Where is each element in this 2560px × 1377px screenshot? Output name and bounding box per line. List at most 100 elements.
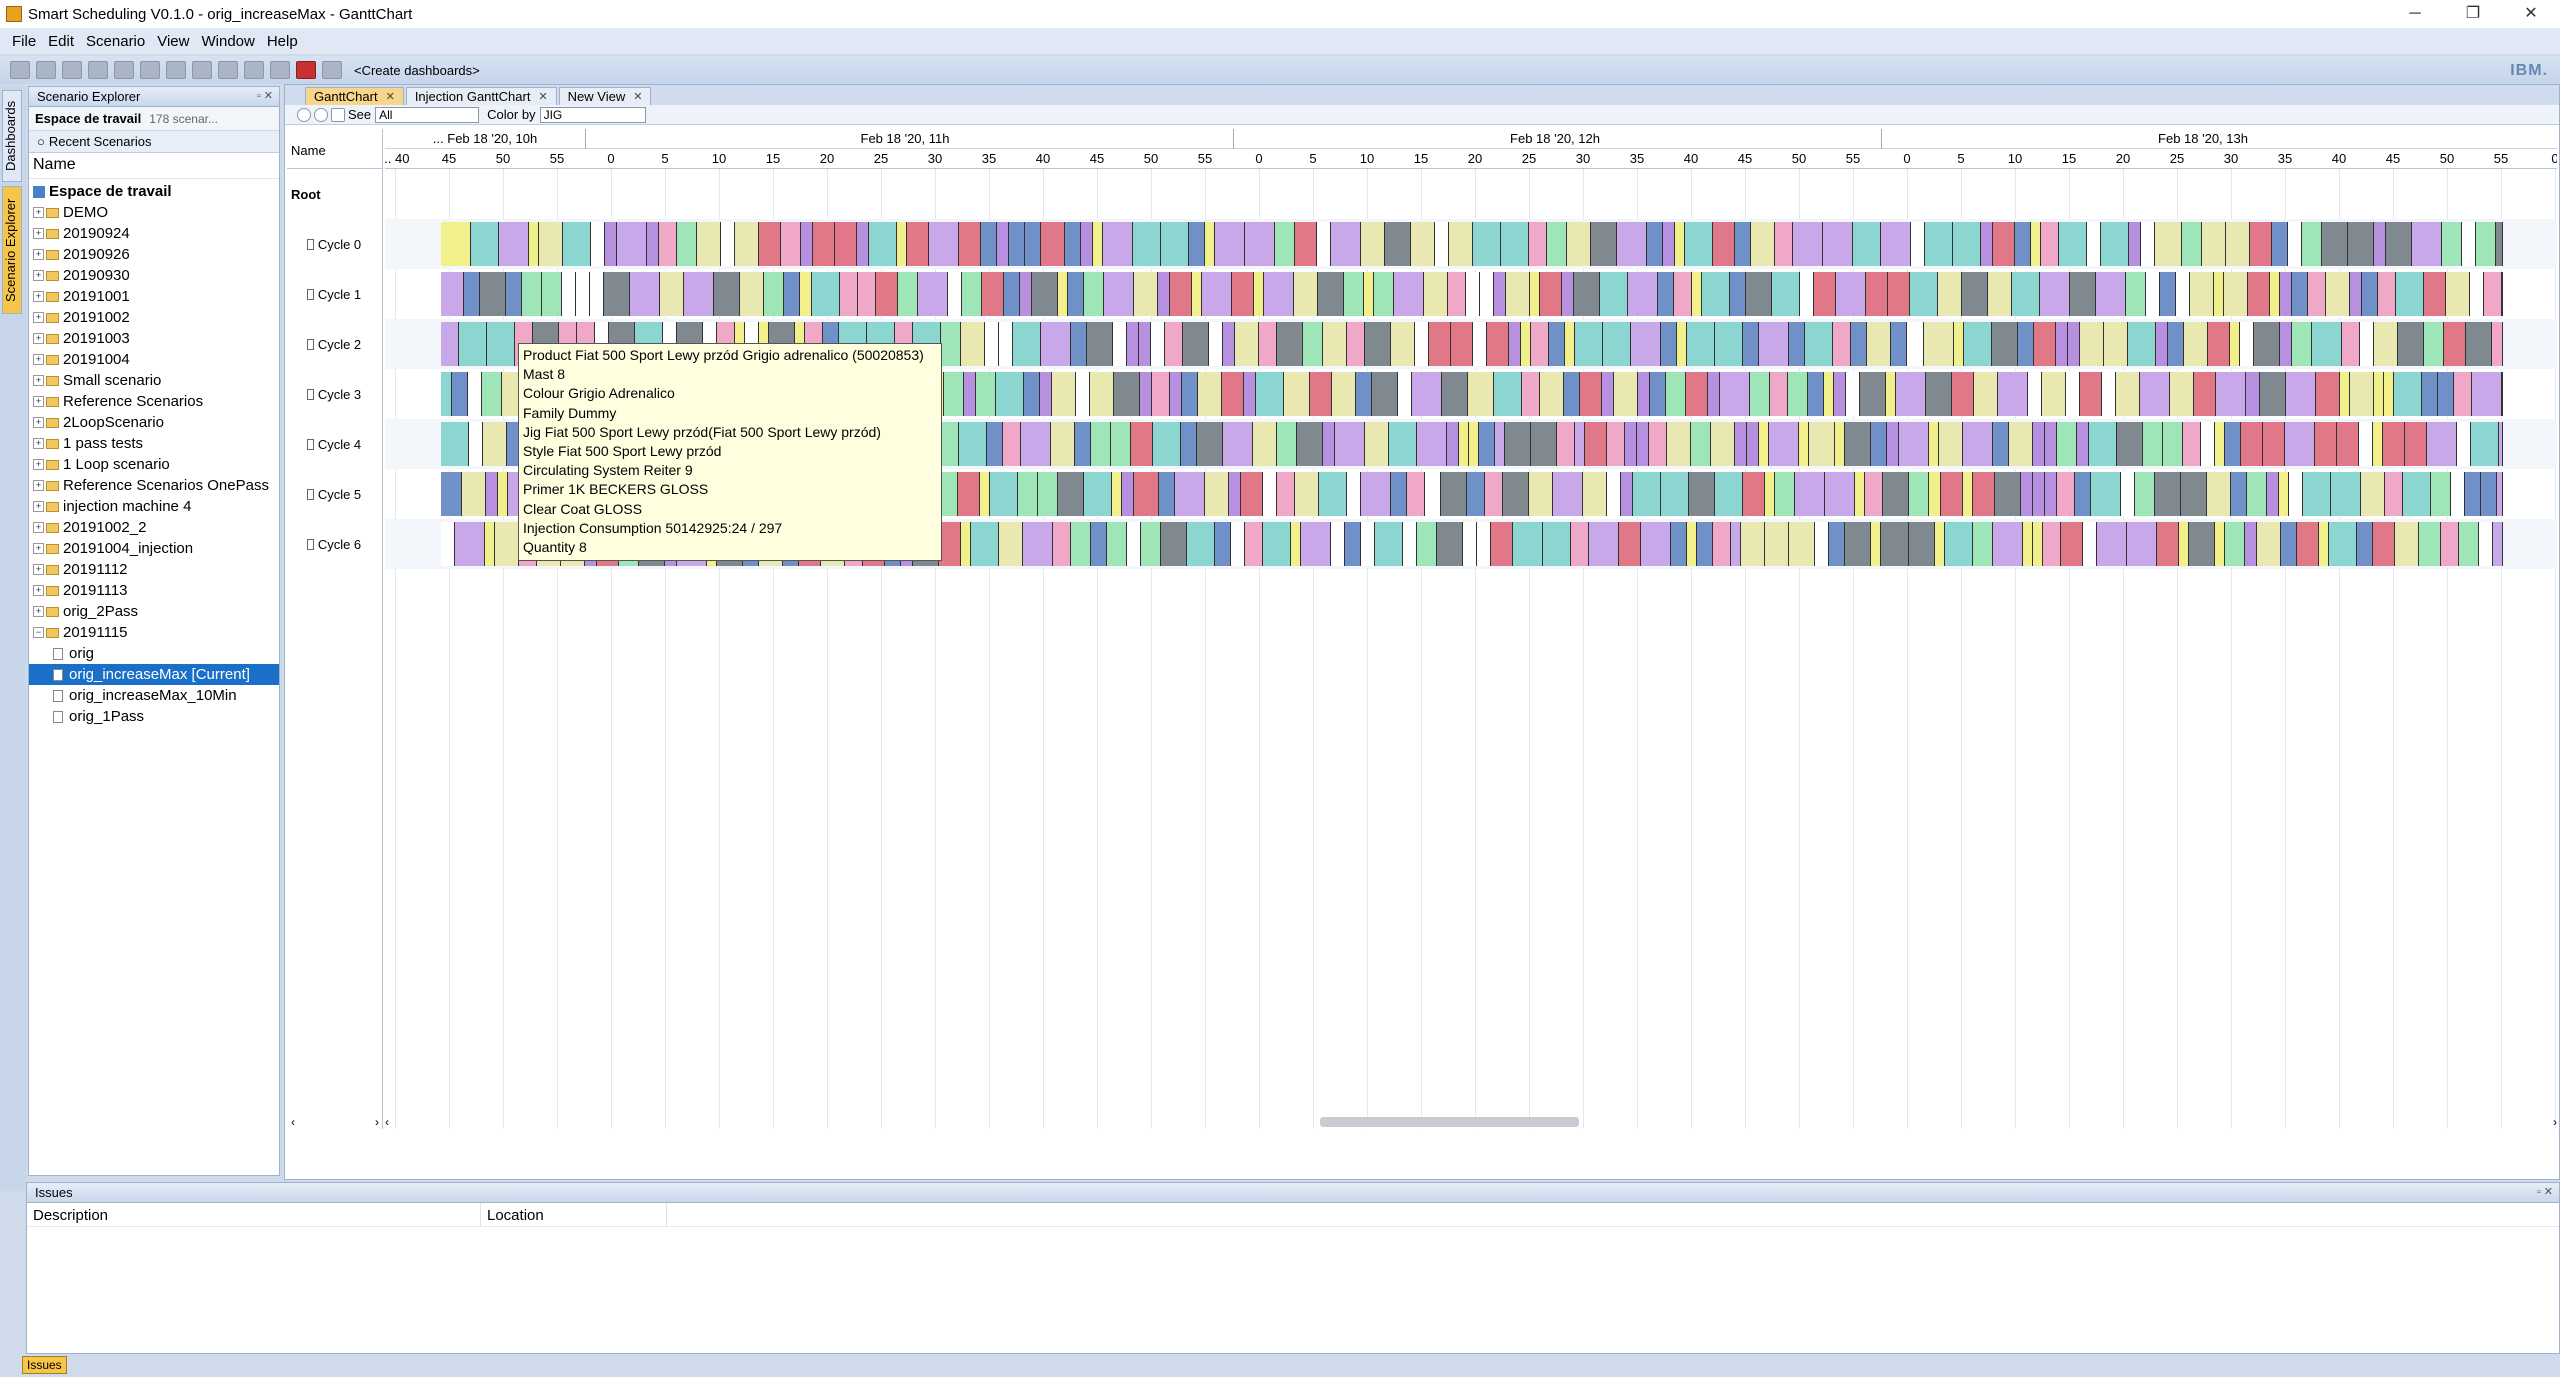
task-segment[interactable] xyxy=(1075,422,1091,466)
task-segment[interactable] xyxy=(840,272,858,316)
task-segment[interactable] xyxy=(441,222,471,266)
task-segment[interactable] xyxy=(1189,222,1205,266)
task-segment[interactable] xyxy=(452,372,468,416)
task-segment[interactable] xyxy=(1713,222,1735,266)
task-segment[interactable] xyxy=(1571,522,1589,566)
task-segment[interactable] xyxy=(939,522,961,566)
cycle-row-label[interactable]: Cycle 2 xyxy=(287,319,381,369)
task-segment[interactable] xyxy=(1141,522,1161,566)
color-by-select[interactable]: JIG xyxy=(539,106,646,123)
task-segment[interactable] xyxy=(441,472,462,516)
task-segment[interactable] xyxy=(1319,472,1347,516)
task-segment[interactable] xyxy=(2374,222,2386,266)
tree-item[interactable]: +1 pass tests xyxy=(29,433,279,454)
task-segment[interactable] xyxy=(2097,522,2127,566)
task-segment[interactable] xyxy=(2117,422,2143,466)
task-segment[interactable] xyxy=(1871,422,1887,466)
expand-icon[interactable]: + xyxy=(33,480,44,491)
task-segment[interactable] xyxy=(1161,522,1187,566)
task-segment[interactable] xyxy=(996,372,1024,416)
task-segment[interactable] xyxy=(2422,372,2438,416)
cycle-row-label[interactable]: Cycle 4 xyxy=(287,419,381,469)
task-segment[interactable] xyxy=(2116,372,2140,416)
task-segment[interactable] xyxy=(1995,472,2021,516)
task-segment[interactable] xyxy=(1081,222,1093,266)
task-segment[interactable] xyxy=(1521,322,1531,366)
task-segment[interactable] xyxy=(1241,472,1263,516)
task-segment[interactable] xyxy=(1963,472,1973,516)
expand-icon[interactable]: + xyxy=(33,207,44,218)
task-segment[interactable] xyxy=(1925,222,1953,266)
task-segment[interactable] xyxy=(1473,322,1487,366)
task-segment[interactable] xyxy=(441,322,459,366)
task-segment[interactable] xyxy=(964,372,976,416)
name-column-header[interactable]: Name xyxy=(29,153,279,179)
task-segment[interactable] xyxy=(464,272,480,316)
task-segment[interactable] xyxy=(1633,472,1661,516)
task-segment[interactable] xyxy=(2075,472,2091,516)
cycle-row-label[interactable]: Cycle 6 xyxy=(287,519,381,569)
task-segment[interactable] xyxy=(1855,472,1865,516)
tab-dashboards[interactable]: Dashboards xyxy=(2,90,22,182)
task-segment[interactable] xyxy=(1165,322,1183,366)
task-segment[interactable] xyxy=(1182,372,1198,416)
task-segment[interactable] xyxy=(684,272,714,316)
task-segment[interactable] xyxy=(1003,422,1021,466)
task-segment[interactable] xyxy=(1389,422,1417,466)
task-segment[interactable] xyxy=(948,272,962,316)
task-segment[interactable] xyxy=(1468,372,1494,416)
task-segment[interactable] xyxy=(1788,372,1808,416)
task-segment[interactable] xyxy=(2059,222,2087,266)
task-segment[interactable] xyxy=(2337,422,2359,466)
task-segment[interactable] xyxy=(1747,422,1759,466)
task-segment[interactable] xyxy=(1993,222,2015,266)
task-segment[interactable] xyxy=(1702,272,1730,316)
task-segment[interactable] xyxy=(1335,422,1365,466)
task-segment[interactable] xyxy=(1829,522,1845,566)
task-segment[interactable] xyxy=(2021,472,2033,516)
task-segment[interactable] xyxy=(2315,422,2337,466)
task-segment[interactable] xyxy=(1617,222,1647,266)
task-segment[interactable] xyxy=(1104,272,1134,316)
task-segment[interactable] xyxy=(486,472,498,516)
scroll-right-icon[interactable]: › xyxy=(375,1115,379,1129)
task-segment[interactable] xyxy=(1084,472,1112,516)
task-segment[interactable] xyxy=(781,222,801,266)
location-column[interactable]: Location xyxy=(481,1203,667,1226)
task-segment[interactable] xyxy=(1929,472,1941,516)
task-segment[interactable] xyxy=(2395,522,2419,566)
scroll-thumb[interactable] xyxy=(1320,1117,1579,1127)
task-segment[interactable] xyxy=(1565,322,1575,366)
task-segment[interactable] xyxy=(2424,272,2446,316)
tree-item[interactable]: + injection machine 4 xyxy=(29,496,279,517)
task-segment[interactable] xyxy=(1531,422,1557,466)
tree-item[interactable]: + DEMO xyxy=(29,202,279,223)
task-segment[interactable] xyxy=(1479,422,1495,466)
task-segment[interactable] xyxy=(1114,372,1140,416)
tab-injection-ganttchart[interactable]: Injection GanttChart ✕ xyxy=(405,87,557,105)
task-segment[interactable] xyxy=(1107,522,1127,566)
task-segment[interactable] xyxy=(1962,272,1988,316)
tab-scenario-explorer[interactable]: Scenario Explorer xyxy=(2,186,22,314)
task-segment[interactable] xyxy=(1093,222,1103,266)
task-segment[interactable] xyxy=(876,272,898,316)
task-segment[interactable] xyxy=(1770,372,1788,416)
task-segment[interactable] xyxy=(1677,322,1687,366)
tree-item[interactable]: +1 Loop scenario xyxy=(29,454,279,475)
task-segment[interactable] xyxy=(1264,272,1294,316)
restore-button[interactable]: ❐ xyxy=(2444,0,2502,28)
task-segment[interactable] xyxy=(1284,372,1310,416)
task-segment[interactable] xyxy=(1058,272,1068,316)
task-segment[interactable] xyxy=(1741,522,1765,566)
task-segment[interactable] xyxy=(2396,272,2424,316)
task-segment[interactable] xyxy=(1924,322,1954,366)
task-segment[interactable] xyxy=(1731,522,1741,566)
task-segment[interactable] xyxy=(506,272,522,316)
task-segment[interactable] xyxy=(858,272,876,316)
task-segment[interactable] xyxy=(1437,522,1463,566)
task-segment[interactable] xyxy=(604,272,630,316)
task-segment[interactable] xyxy=(2316,372,2340,416)
task-segment[interactable] xyxy=(1159,472,1175,516)
expand-icon[interactable]: + xyxy=(33,375,44,386)
task-segment[interactable] xyxy=(1449,222,1473,266)
